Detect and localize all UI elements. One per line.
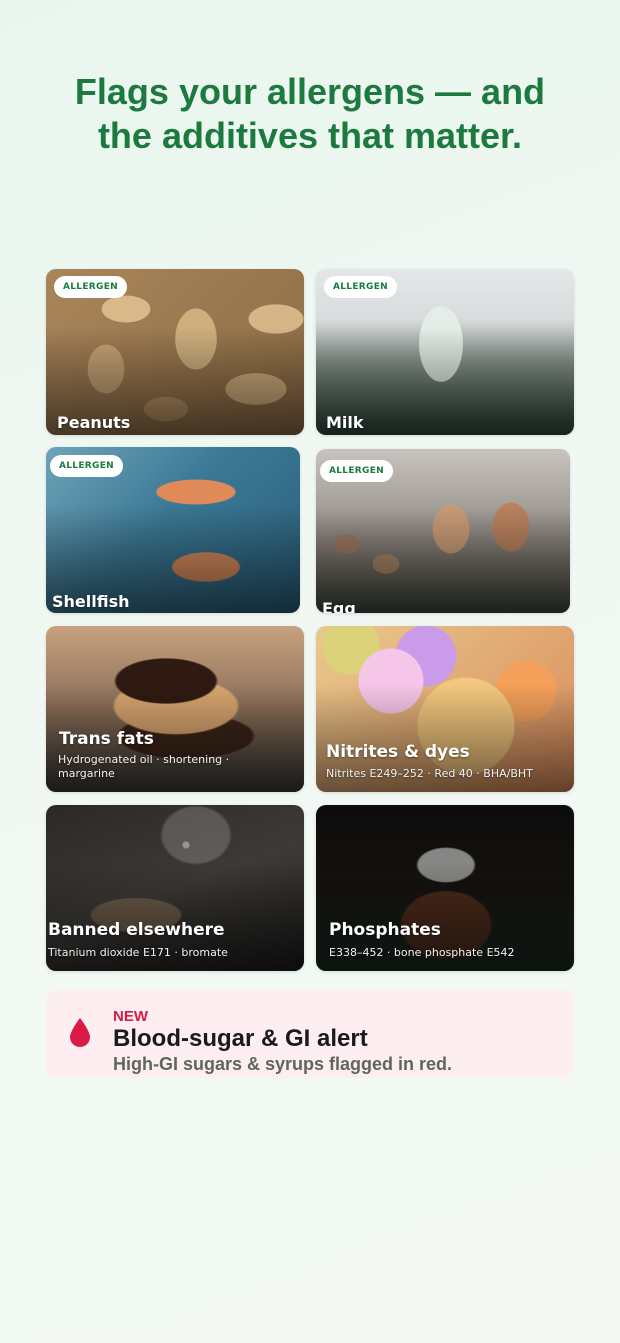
card-label: Milk (326, 413, 364, 432)
additive-card-trans-fats[interactable]: Trans fats Hydrogenated oil · shortening… (46, 626, 304, 792)
headline-line-1: Flags your allergens — and (74, 71, 546, 112)
alert-description: High-GI sugars & syrups flagged in red. (113, 1054, 453, 1074)
allergen-card-milk[interactable]: ALLERGEN Milk (316, 269, 574, 435)
card-detail: E338–452 · bone phosphate E542 (329, 946, 515, 959)
card-label: Nitrites & dyes (326, 742, 470, 762)
card-label: Banned elsewhere (48, 920, 225, 940)
allergen-badge: ALLERGEN (50, 455, 123, 477)
blood-drop-icon (70, 1018, 90, 1047)
card-label: Phosphates (329, 920, 441, 940)
card-label: Peanuts (57, 413, 131, 432)
headline-line-2: the additives that matter. (97, 115, 523, 156)
card-label: Trans fats (59, 729, 154, 749)
allergen-card-peanuts[interactable]: ALLERGEN Peanuts (46, 269, 304, 435)
allergen-badge: ALLERGEN (54, 276, 127, 298)
card-detail: Nitrites E249–252 · Red 40 · BHA/BHT (326, 767, 533, 780)
new-tag: NEW (113, 1008, 148, 1025)
additive-card-nitrites-dyes[interactable]: Nitrites & dyes Nitrites E249–252 · Red … (316, 626, 574, 792)
additive-card-phosphates[interactable]: Phosphates E338–452 · bone phosphate E54… (316, 805, 574, 971)
allergen-card-egg[interactable]: ALLERGEN Egg (316, 449, 570, 613)
gi-alert-banner[interactable]: NEW Blood-sugar & GI alert High-GI sugar… (46, 990, 574, 1078)
allergen-badge: ALLERGEN (320, 460, 393, 482)
card-label: Egg (322, 599, 356, 613)
additive-card-banned-elsewhere[interactable]: Banned elsewhere Titanium dioxide E171 ·… (46, 805, 304, 971)
headline: Flags your allergens — and the additives… (0, 70, 620, 158)
allergen-badge: ALLERGEN (324, 276, 397, 298)
card-label: Shellfish (52, 592, 130, 611)
alert-title: Blood-sugar & GI alert (113, 1025, 368, 1052)
allergen-card-shellfish[interactable]: ALLERGEN Shellfish (46, 447, 300, 613)
card-detail: Titanium dioxide E171 · bromate (48, 946, 228, 959)
card-detail: Hydrogenated oil · shortening · margarin… (58, 753, 230, 780)
